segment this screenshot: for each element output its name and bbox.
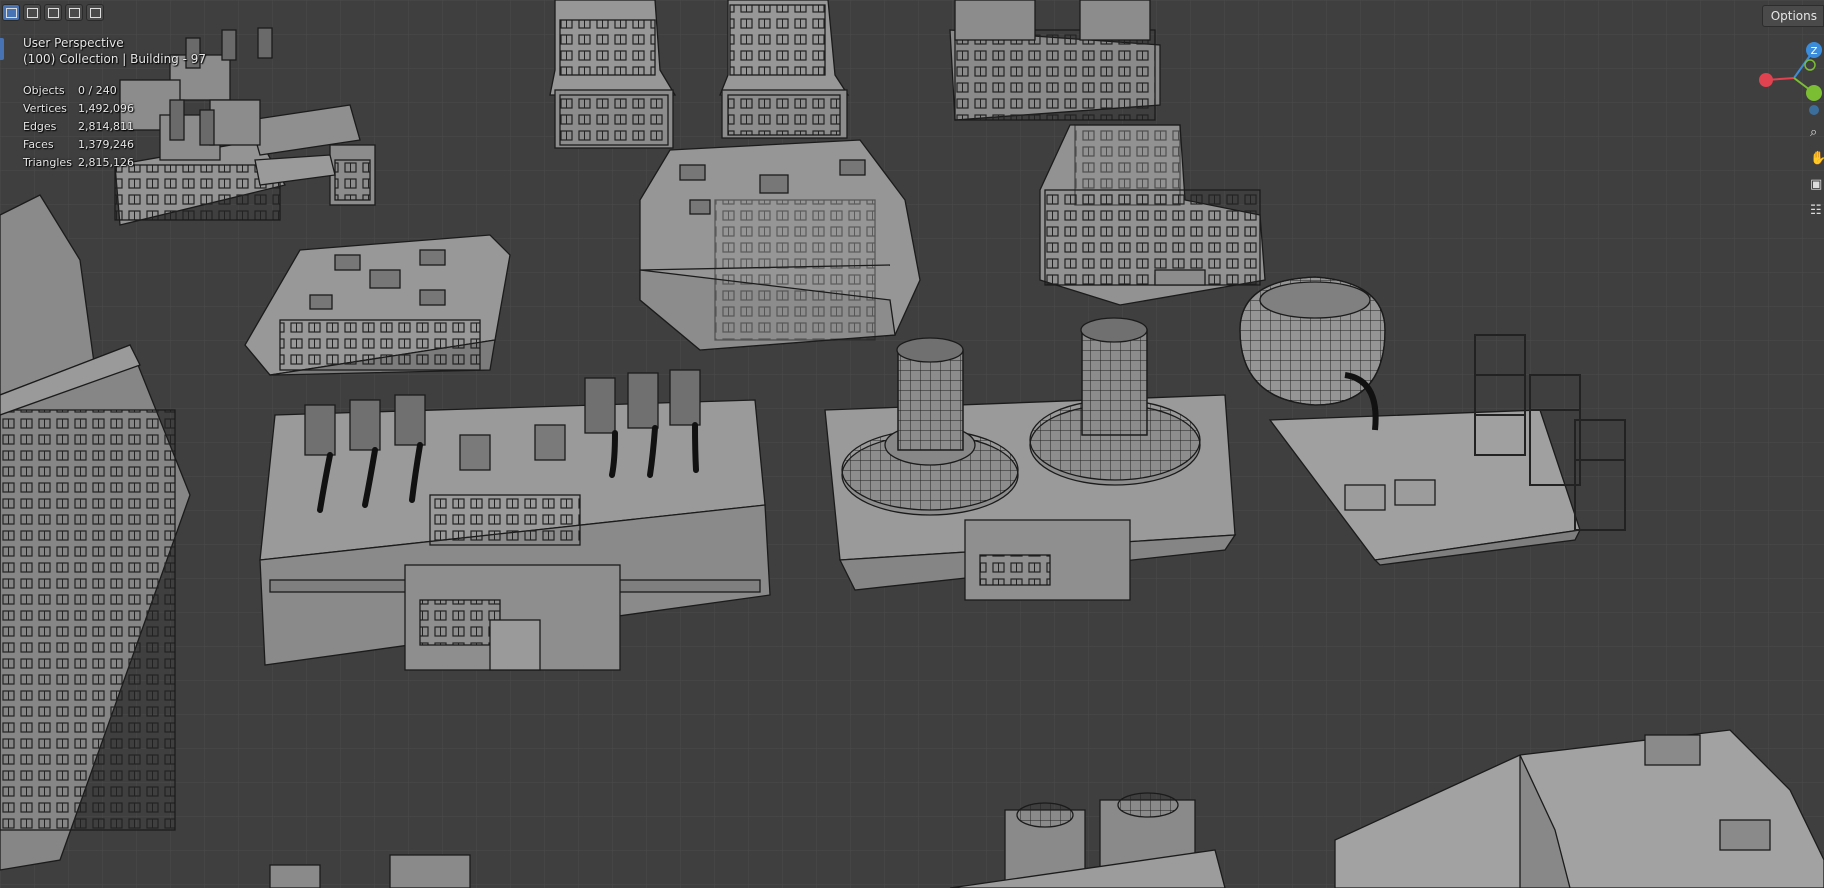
pan-hand-icon[interactable]: ✋ bbox=[1810, 146, 1824, 172]
neg-z-axis-handle[interactable] bbox=[1809, 105, 1819, 115]
warehouse-center[interactable] bbox=[639, 139, 921, 351]
options-button[interactable]: Options bbox=[1761, 5, 1824, 27]
y-axis-handle[interactable] bbox=[1806, 85, 1822, 101]
zoom-icon[interactable]: ⌕ bbox=[1810, 120, 1824, 146]
active-tool-indicator bbox=[0, 38, 4, 60]
neg-y-axis-handle[interactable] bbox=[1804, 59, 1816, 71]
stat-row-edges: Edges 2,814,811 bbox=[23, 120, 134, 133]
z-axis-label: Z bbox=[1811, 46, 1818, 57]
scene-statistics: Objects 0 / 240 Vertices 1,492,096 Edges 2,… bbox=[23, 82, 134, 172]
camera-icon[interactable]: ▣ bbox=[1810, 172, 1824, 198]
extend-select-icon[interactable] bbox=[23, 4, 41, 21]
stat-row-faces: Faces 1,379,246 bbox=[23, 138, 134, 151]
select-box-icon[interactable] bbox=[2, 4, 20, 21]
building-top-center-left[interactable] bbox=[549, 0, 677, 149]
scene-canvas[interactable] bbox=[0, 0, 1824, 888]
viewport-info: User Perspective (100) Collection | Buil… bbox=[23, 35, 206, 67]
stat-row-triangles: Triangles 2,815,126 bbox=[23, 156, 134, 169]
perspective-label: User Perspective bbox=[23, 36, 124, 50]
stat-row-objects: Objects 0 / 240 bbox=[23, 84, 117, 97]
building-top-center[interactable] bbox=[719, 0, 850, 139]
grid-icon[interactable]: ☷ bbox=[1810, 198, 1824, 224]
invert-select-icon[interactable] bbox=[65, 4, 83, 21]
navigation-tools: ⌕ ✋ ▣ ☷ bbox=[1810, 120, 1824, 224]
navigation-gizmo[interactable]: Z bbox=[1754, 40, 1824, 115]
selection-mode-toolbar bbox=[2, 4, 104, 21]
x-axis-handle[interactable] bbox=[1759, 73, 1773, 87]
subtract-select-icon[interactable] bbox=[44, 4, 62, 21]
stat-row-vertices: Vertices 1,492,096 bbox=[23, 102, 134, 115]
collection-label: (100) Collection | Building - 97 bbox=[23, 52, 207, 66]
intersect-select-icon[interactable] bbox=[86, 4, 104, 21]
3d-viewport[interactable]: User Perspective (100) Collection | Buil… bbox=[0, 0, 1824, 888]
